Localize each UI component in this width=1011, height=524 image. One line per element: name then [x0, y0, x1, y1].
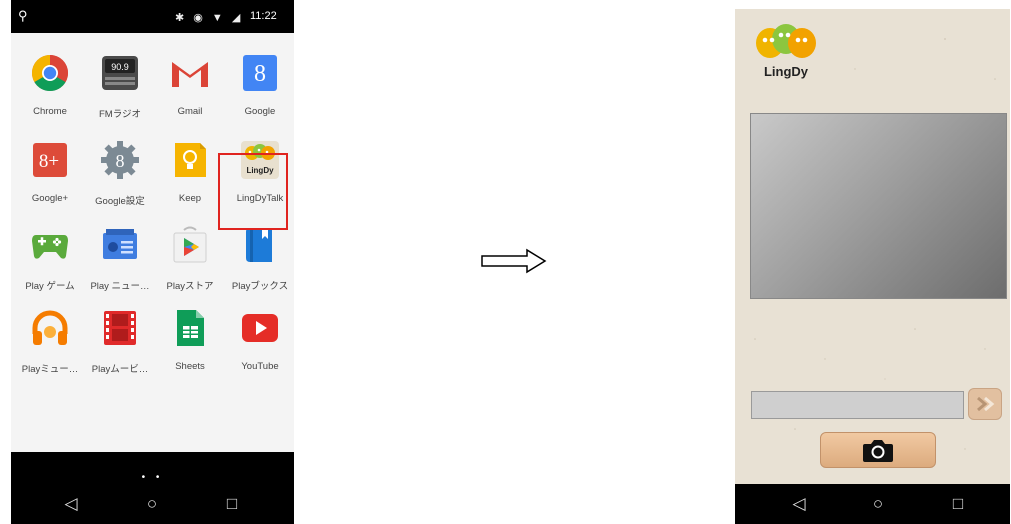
- app-label: Google+: [31, 193, 69, 204]
- play-books-icon: [246, 228, 272, 262]
- page-indicator: • •: [141, 472, 164, 483]
- app-label: Play ゲーム: [25, 281, 75, 292]
- double-arrow-icon: [977, 396, 995, 412]
- app-label: Chrome: [33, 106, 67, 117]
- phone-app-drawer: ⚲ ✱ ◉ ▼ ◢ 11:22 Chrome 90.9 FMラジオ Gmail …: [11, 0, 294, 524]
- sheets-icon: [177, 310, 204, 346]
- app-play-news[interactable]: Play ニュー…: [85, 213, 155, 299]
- app-label: Gmail: [177, 106, 203, 117]
- svg-text:8: 8: [116, 151, 125, 171]
- app-label: Play ニュー…: [90, 281, 150, 292]
- app-label: FMラジオ: [98, 109, 142, 120]
- app-gmail[interactable]: Gmail: [155, 41, 225, 127]
- keep-icon: [175, 143, 206, 177]
- phone-lingdy-app: LingDy ◁ ○ □: [735, 9, 1010, 524]
- send-button[interactable]: [968, 388, 1002, 420]
- play-music-icon: [32, 310, 68, 345]
- selection-highlight: [218, 153, 288, 230]
- app-label: Google設定: [95, 196, 145, 207]
- fm-radio-icon: 90.9: [102, 56, 138, 90]
- youtube-icon: [242, 314, 278, 342]
- app-keep[interactable]: Keep: [155, 128, 225, 214]
- play-news-icon: [103, 229, 137, 259]
- app-google-plus[interactable]: 8+ Google+: [15, 128, 85, 214]
- back-button[interactable]: ◁: [787, 492, 811, 516]
- app-youtube[interactable]: YouTube: [225, 296, 295, 382]
- arrow-right-icon: [481, 248, 547, 274]
- home-button[interactable]: ○: [866, 492, 890, 516]
- app-play-store[interactable]: Playストア: [155, 213, 225, 299]
- logo-text: LingDy: [763, 64, 809, 79]
- app-drawer: Chrome 90.9 FMラジオ Gmail 8 Google 8+ Goog…: [11, 33, 294, 452]
- app-sheets[interactable]: Sheets: [155, 296, 225, 382]
- app-google[interactable]: 8 Google: [225, 41, 295, 127]
- app-label: YouTube: [241, 361, 279, 372]
- recents-button[interactable]: □: [946, 492, 970, 516]
- svg-text:8: 8: [254, 61, 266, 87]
- app-label: Sheets: [175, 361, 205, 372]
- app-label: Playブックス: [231, 281, 289, 292]
- status-time: 11:22: [250, 10, 277, 22]
- fm-frequency: 90.9: [111, 62, 129, 72]
- google-plus-icon: 8+: [33, 143, 67, 177]
- status-icons: ✱ ◉ ▼ ◢: [175, 12, 244, 24]
- navigation-bar: ◁ ○ □: [11, 484, 294, 524]
- app-play-games[interactable]: Play ゲーム: [15, 213, 85, 299]
- play-movies-icon: [104, 311, 136, 345]
- status-bar: ⚲ ✱ ◉ ▼ ◢ 11:22: [11, 0, 294, 33]
- navigation-bar: ◁ ○ □: [735, 484, 1010, 524]
- play-store-icon: [173, 226, 207, 263]
- camera-preview: [750, 113, 1007, 299]
- play-games-icon: [32, 235, 68, 259]
- lingdy-logo-icon: [756, 24, 816, 58]
- recents-button[interactable]: □: [220, 492, 244, 516]
- app-google-settings[interactable]: 8 Google設定: [85, 128, 155, 214]
- google-settings-icon: 8: [101, 141, 139, 179]
- chrome-icon: [31, 54, 69, 92]
- camera-icon: [863, 440, 893, 462]
- app-label: Keep: [178, 193, 202, 204]
- svg-text:8+: 8+: [39, 151, 59, 172]
- home-button[interactable]: ○: [140, 492, 164, 516]
- app-play-music[interactable]: Playミュー…: [15, 296, 85, 382]
- text-input-field[interactable]: [751, 391, 964, 419]
- google-icon: 8: [243, 55, 277, 91]
- app-label: Google: [244, 106, 276, 117]
- location-pin-icon: ⚲: [18, 8, 28, 23]
- app-fm-radio[interactable]: 90.9 FMラジオ: [85, 41, 155, 127]
- app-label: Playムービ…: [91, 364, 149, 375]
- app-chrome[interactable]: Chrome: [15, 41, 85, 127]
- app-play-movies[interactable]: Playムービ…: [85, 296, 155, 382]
- lingdy-logo: LingDy: [750, 19, 822, 99]
- app-label: Playストア: [166, 281, 214, 292]
- camera-button[interactable]: [820, 432, 936, 468]
- back-button[interactable]: ◁: [59, 492, 83, 516]
- app-label: Playミュー…: [21, 364, 79, 375]
- gmail-icon: [172, 60, 208, 87]
